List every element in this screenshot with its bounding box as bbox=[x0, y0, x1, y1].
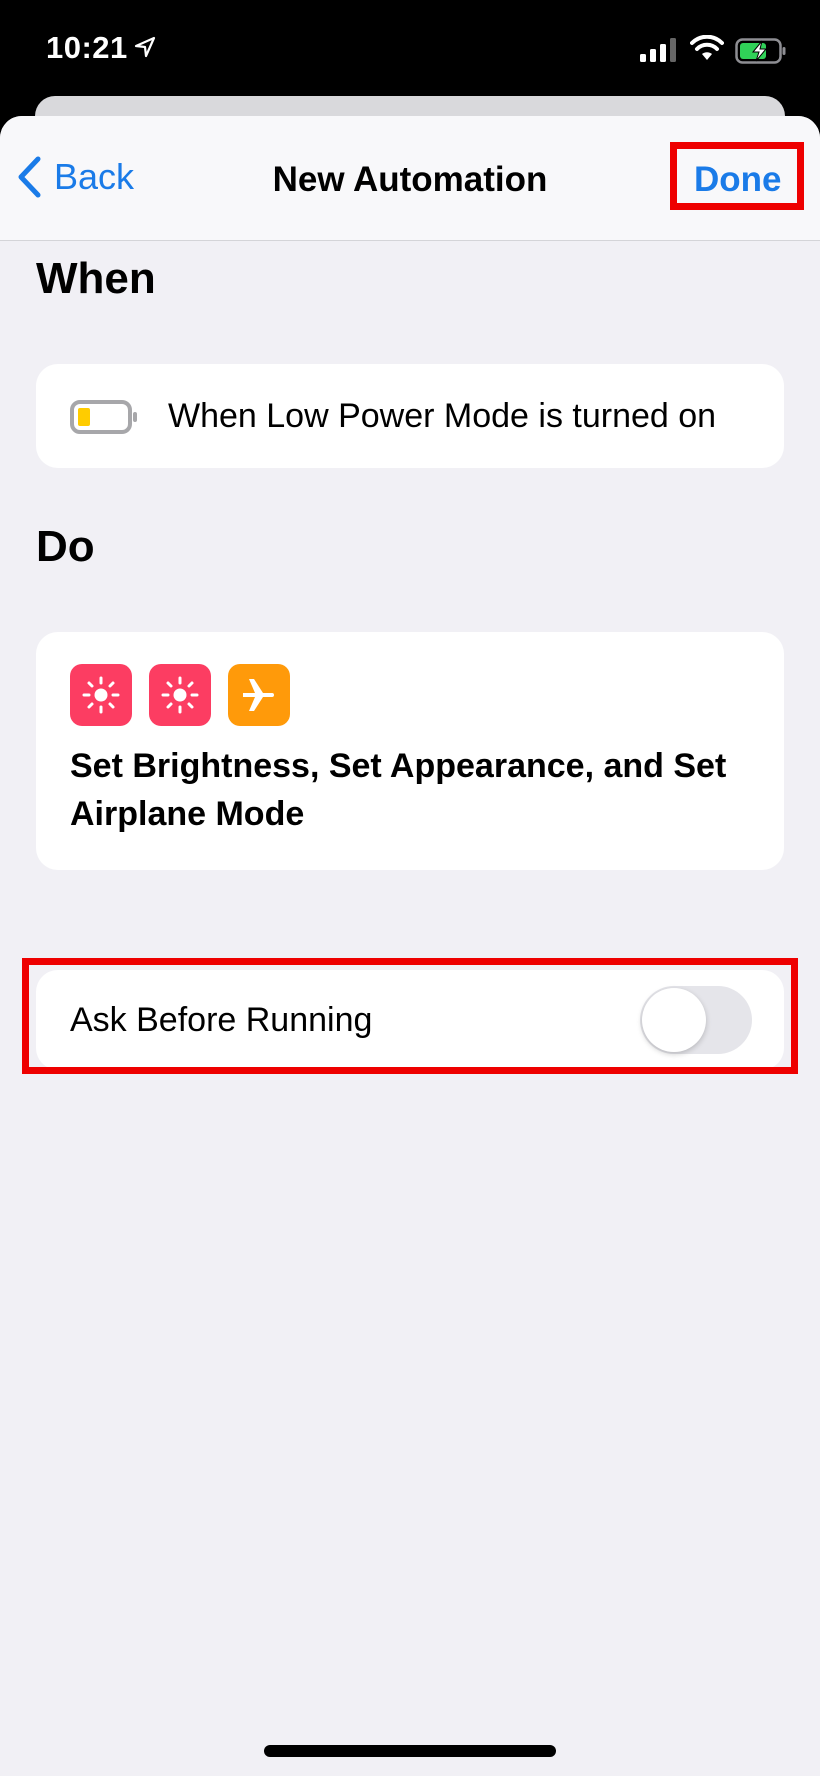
battery-charging-icon bbox=[735, 38, 786, 64]
chevron-left-icon bbox=[18, 156, 41, 198]
status-time: 10:21 bbox=[46, 30, 128, 65]
done-button[interactable]: Done bbox=[694, 160, 782, 200]
actions-card[interactable]: Set Brightness, Set Appearance, and Set … bbox=[36, 632, 784, 870]
navigation-bar: Back New Automation Done bbox=[0, 116, 820, 241]
back-button[interactable]: Back bbox=[16, 156, 134, 198]
cellular-signal-icon bbox=[640, 38, 676, 62]
toggle-knob bbox=[642, 988, 706, 1052]
automation-sheet: Back New Automation Done When When Low P… bbox=[0, 116, 820, 1776]
wifi-icon bbox=[690, 35, 724, 60]
trigger-card[interactable]: When Low Power Mode is turned on bbox=[36, 364, 784, 468]
brightness-icon bbox=[70, 664, 132, 726]
location-arrow-icon bbox=[134, 36, 156, 58]
home-indicator[interactable] bbox=[264, 1745, 556, 1757]
ask-before-running-row: Ask Before Running bbox=[36, 970, 784, 1070]
do-section-title: Do bbox=[36, 522, 95, 571]
action-icons bbox=[70, 664, 290, 726]
trigger-text: When Low Power Mode is turned on bbox=[168, 397, 717, 435]
back-label: Back bbox=[54, 156, 135, 197]
low-battery-icon bbox=[70, 400, 137, 434]
status-bar: 10:21 bbox=[0, 0, 820, 100]
airplane-icon bbox=[228, 664, 290, 726]
when-section-title: When bbox=[36, 254, 156, 303]
ask-before-running-label: Ask Before Running bbox=[70, 1001, 373, 1039]
appearance-brightness-icon bbox=[149, 664, 211, 726]
actions-summary: Set Brightness, Set Appearance, and Set … bbox=[70, 747, 727, 833]
ask-before-running-toggle[interactable] bbox=[640, 986, 752, 1054]
